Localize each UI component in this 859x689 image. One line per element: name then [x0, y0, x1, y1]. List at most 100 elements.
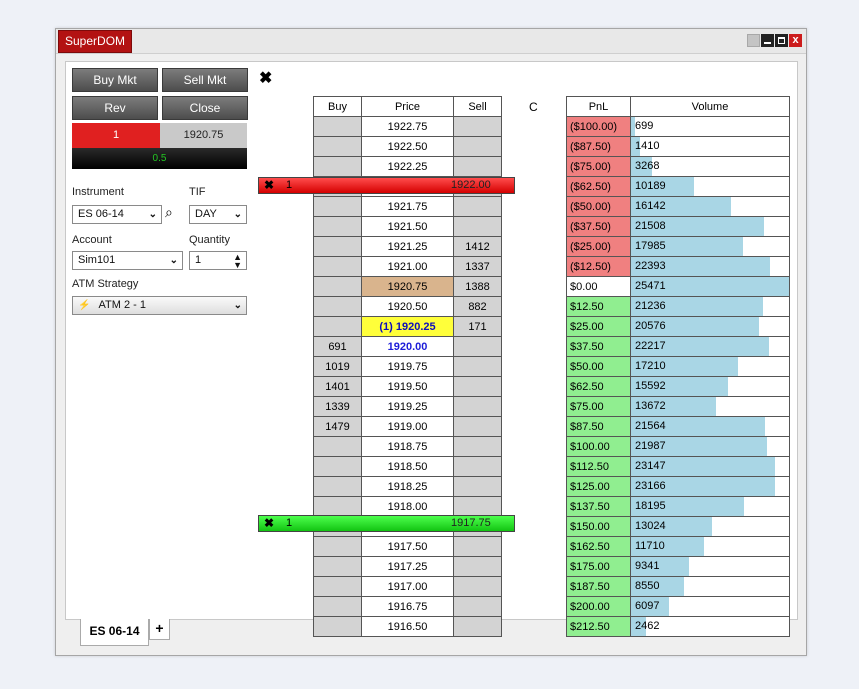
price-cell[interactable]: 1917.50 — [361, 536, 454, 557]
sell-cell[interactable]: 882 — [453, 296, 502, 317]
buy-cell[interactable] — [313, 576, 362, 597]
price-cell[interactable]: 1922.50 — [361, 136, 454, 157]
price-cell[interactable]: 1916.75 — [361, 596, 454, 617]
cancel-all-orders-icon[interactable]: ✖ — [259, 68, 272, 88]
maximize-button[interactable] — [775, 34, 788, 47]
price-cell[interactable]: 1920.75 — [361, 276, 454, 297]
sell-cell[interactable] — [453, 556, 502, 577]
quantity-stepper[interactable]: 1 ▲ ▼ — [189, 251, 247, 270]
price-cell[interactable]: 1917.00 — [361, 576, 454, 597]
buy-cell[interactable] — [313, 556, 362, 577]
buy-cell[interactable] — [313, 236, 362, 257]
price-cell[interactable]: 1919.75 — [361, 356, 454, 377]
sell-cell[interactable]: 1388 — [453, 276, 502, 297]
price-cell[interactable]: 1919.25 — [361, 396, 454, 417]
buy-cell[interactable]: 1019 — [313, 356, 362, 377]
sell-cell[interactable] — [453, 376, 502, 397]
buy-cell[interactable] — [313, 436, 362, 457]
price-cell[interactable]: 1920.50 — [361, 296, 454, 317]
sell-cell[interactable] — [453, 336, 502, 357]
sell-cell[interactable] — [453, 356, 502, 377]
buy-cell[interactable] — [313, 536, 362, 557]
buy-cell[interactable] — [313, 596, 362, 617]
price-cell[interactable]: 1916.50 — [361, 616, 454, 637]
volume-column-header[interactable]: Volume — [630, 96, 790, 117]
atm-strategy-select[interactable]: ⚡ ATM 2 - 1 ⌄ — [72, 296, 247, 315]
reverse-button[interactable]: Rev — [72, 96, 158, 120]
price-cell[interactable]: 1922.75 — [361, 116, 454, 137]
sell-cell[interactable]: 1412 — [453, 236, 502, 257]
minimize-button[interactable] — [761, 34, 774, 47]
buy-cell[interactable]: 1339 — [313, 396, 362, 417]
sell-cell[interactable] — [453, 456, 502, 477]
buy-cell[interactable] — [313, 136, 362, 157]
price-column-header[interactable]: Price — [361, 96, 454, 117]
price-cell[interactable]: 1921.75 — [361, 196, 454, 217]
sell-cell[interactable] — [453, 216, 502, 237]
buy-cell[interactable] — [313, 116, 362, 137]
buy-order-bar[interactable]: ✖ 1 1917.75 — [258, 515, 515, 532]
buy-cell[interactable] — [313, 616, 362, 637]
price-cell[interactable]: 1918.75 — [361, 436, 454, 457]
settings-button[interactable] — [747, 34, 760, 47]
sell-cell[interactable] — [453, 576, 502, 597]
cancel-order-icon[interactable]: ✖ — [264, 516, 274, 531]
account-select[interactable]: Sim101 ⌄ — [72, 251, 183, 270]
buy-cell[interactable] — [313, 196, 362, 217]
sell-cell[interactable] — [453, 116, 502, 137]
buy-cell[interactable] — [313, 496, 362, 517]
price-cell[interactable]: 1918.50 — [361, 456, 454, 477]
sell-cell[interactable]: 171 — [453, 316, 502, 337]
title-bar[interactable]: SuperDOM x — [56, 29, 806, 54]
close-window-button[interactable]: x — [789, 34, 802, 47]
sell-cell[interactable] — [453, 136, 502, 157]
buy-cell[interactable] — [313, 216, 362, 237]
price-cell[interactable]: 1922.25 — [361, 156, 454, 177]
buy-cell[interactable] — [313, 156, 362, 177]
position-quantity[interactable]: 1 — [72, 123, 160, 148]
sell-cell[interactable] — [453, 476, 502, 497]
price-cell[interactable]: 1921.50 — [361, 216, 454, 237]
pnl-column-header[interactable]: PnL — [566, 96, 631, 117]
stepper-arrows-icon[interactable]: ▲ ▼ — [233, 253, 242, 270]
position-avg-price[interactable]: 1920.75 — [160, 123, 247, 148]
price-cell[interactable]: (1) 1920.25 — [361, 316, 454, 337]
tif-select[interactable]: DAY ⌄ — [189, 205, 247, 224]
sell-market-button[interactable]: Sell Mkt — [162, 68, 248, 92]
buy-cell[interactable]: 1479 — [313, 416, 362, 437]
price-cell[interactable]: 1917.25 — [361, 556, 454, 577]
sell-order-bar[interactable]: ✖ 1 1922.00 — [258, 177, 515, 194]
buy-cell[interactable]: 1401 — [313, 376, 362, 397]
tab-es-06-14[interactable]: ES 06-14 — [80, 619, 149, 646]
buy-cell[interactable] — [313, 256, 362, 277]
close-position-button[interactable]: Close — [162, 96, 248, 120]
buy-cell[interactable] — [313, 476, 362, 497]
price-cell[interactable]: 1919.50 — [361, 376, 454, 397]
buy-cell[interactable] — [313, 296, 362, 317]
price-cell[interactable]: 1918.25 — [361, 476, 454, 497]
sell-cell[interactable] — [453, 416, 502, 437]
price-cell[interactable]: 1920.00 — [361, 336, 454, 357]
sell-cell[interactable] — [453, 616, 502, 637]
buy-cell[interactable] — [313, 456, 362, 477]
price-cell[interactable]: 1918.00 — [361, 496, 454, 517]
price-cell[interactable]: 1921.00 — [361, 256, 454, 277]
search-icon[interactable]: ⌕ — [165, 204, 173, 221]
sell-cell[interactable] — [453, 156, 502, 177]
sell-column-header[interactable]: Sell — [453, 96, 502, 117]
buy-cell[interactable] — [313, 276, 362, 297]
buy-cell[interactable]: 691 — [313, 336, 362, 357]
c-column-header[interactable]: C — [529, 100, 538, 114]
cancel-order-icon[interactable]: ✖ — [264, 178, 274, 193]
sell-cell[interactable] — [453, 536, 502, 557]
price-cell[interactable]: 1921.25 — [361, 236, 454, 257]
sell-cell[interactable]: 1337 — [453, 256, 502, 277]
sell-cell[interactable] — [453, 496, 502, 517]
buy-cell[interactable] — [313, 316, 362, 337]
sell-cell[interactable] — [453, 436, 502, 457]
buy-market-button[interactable]: Buy Mkt — [72, 68, 158, 92]
price-cell[interactable]: 1919.00 — [361, 416, 454, 437]
add-tab-button[interactable]: + — [149, 619, 170, 640]
sell-cell[interactable] — [453, 196, 502, 217]
sell-cell[interactable] — [453, 396, 502, 417]
